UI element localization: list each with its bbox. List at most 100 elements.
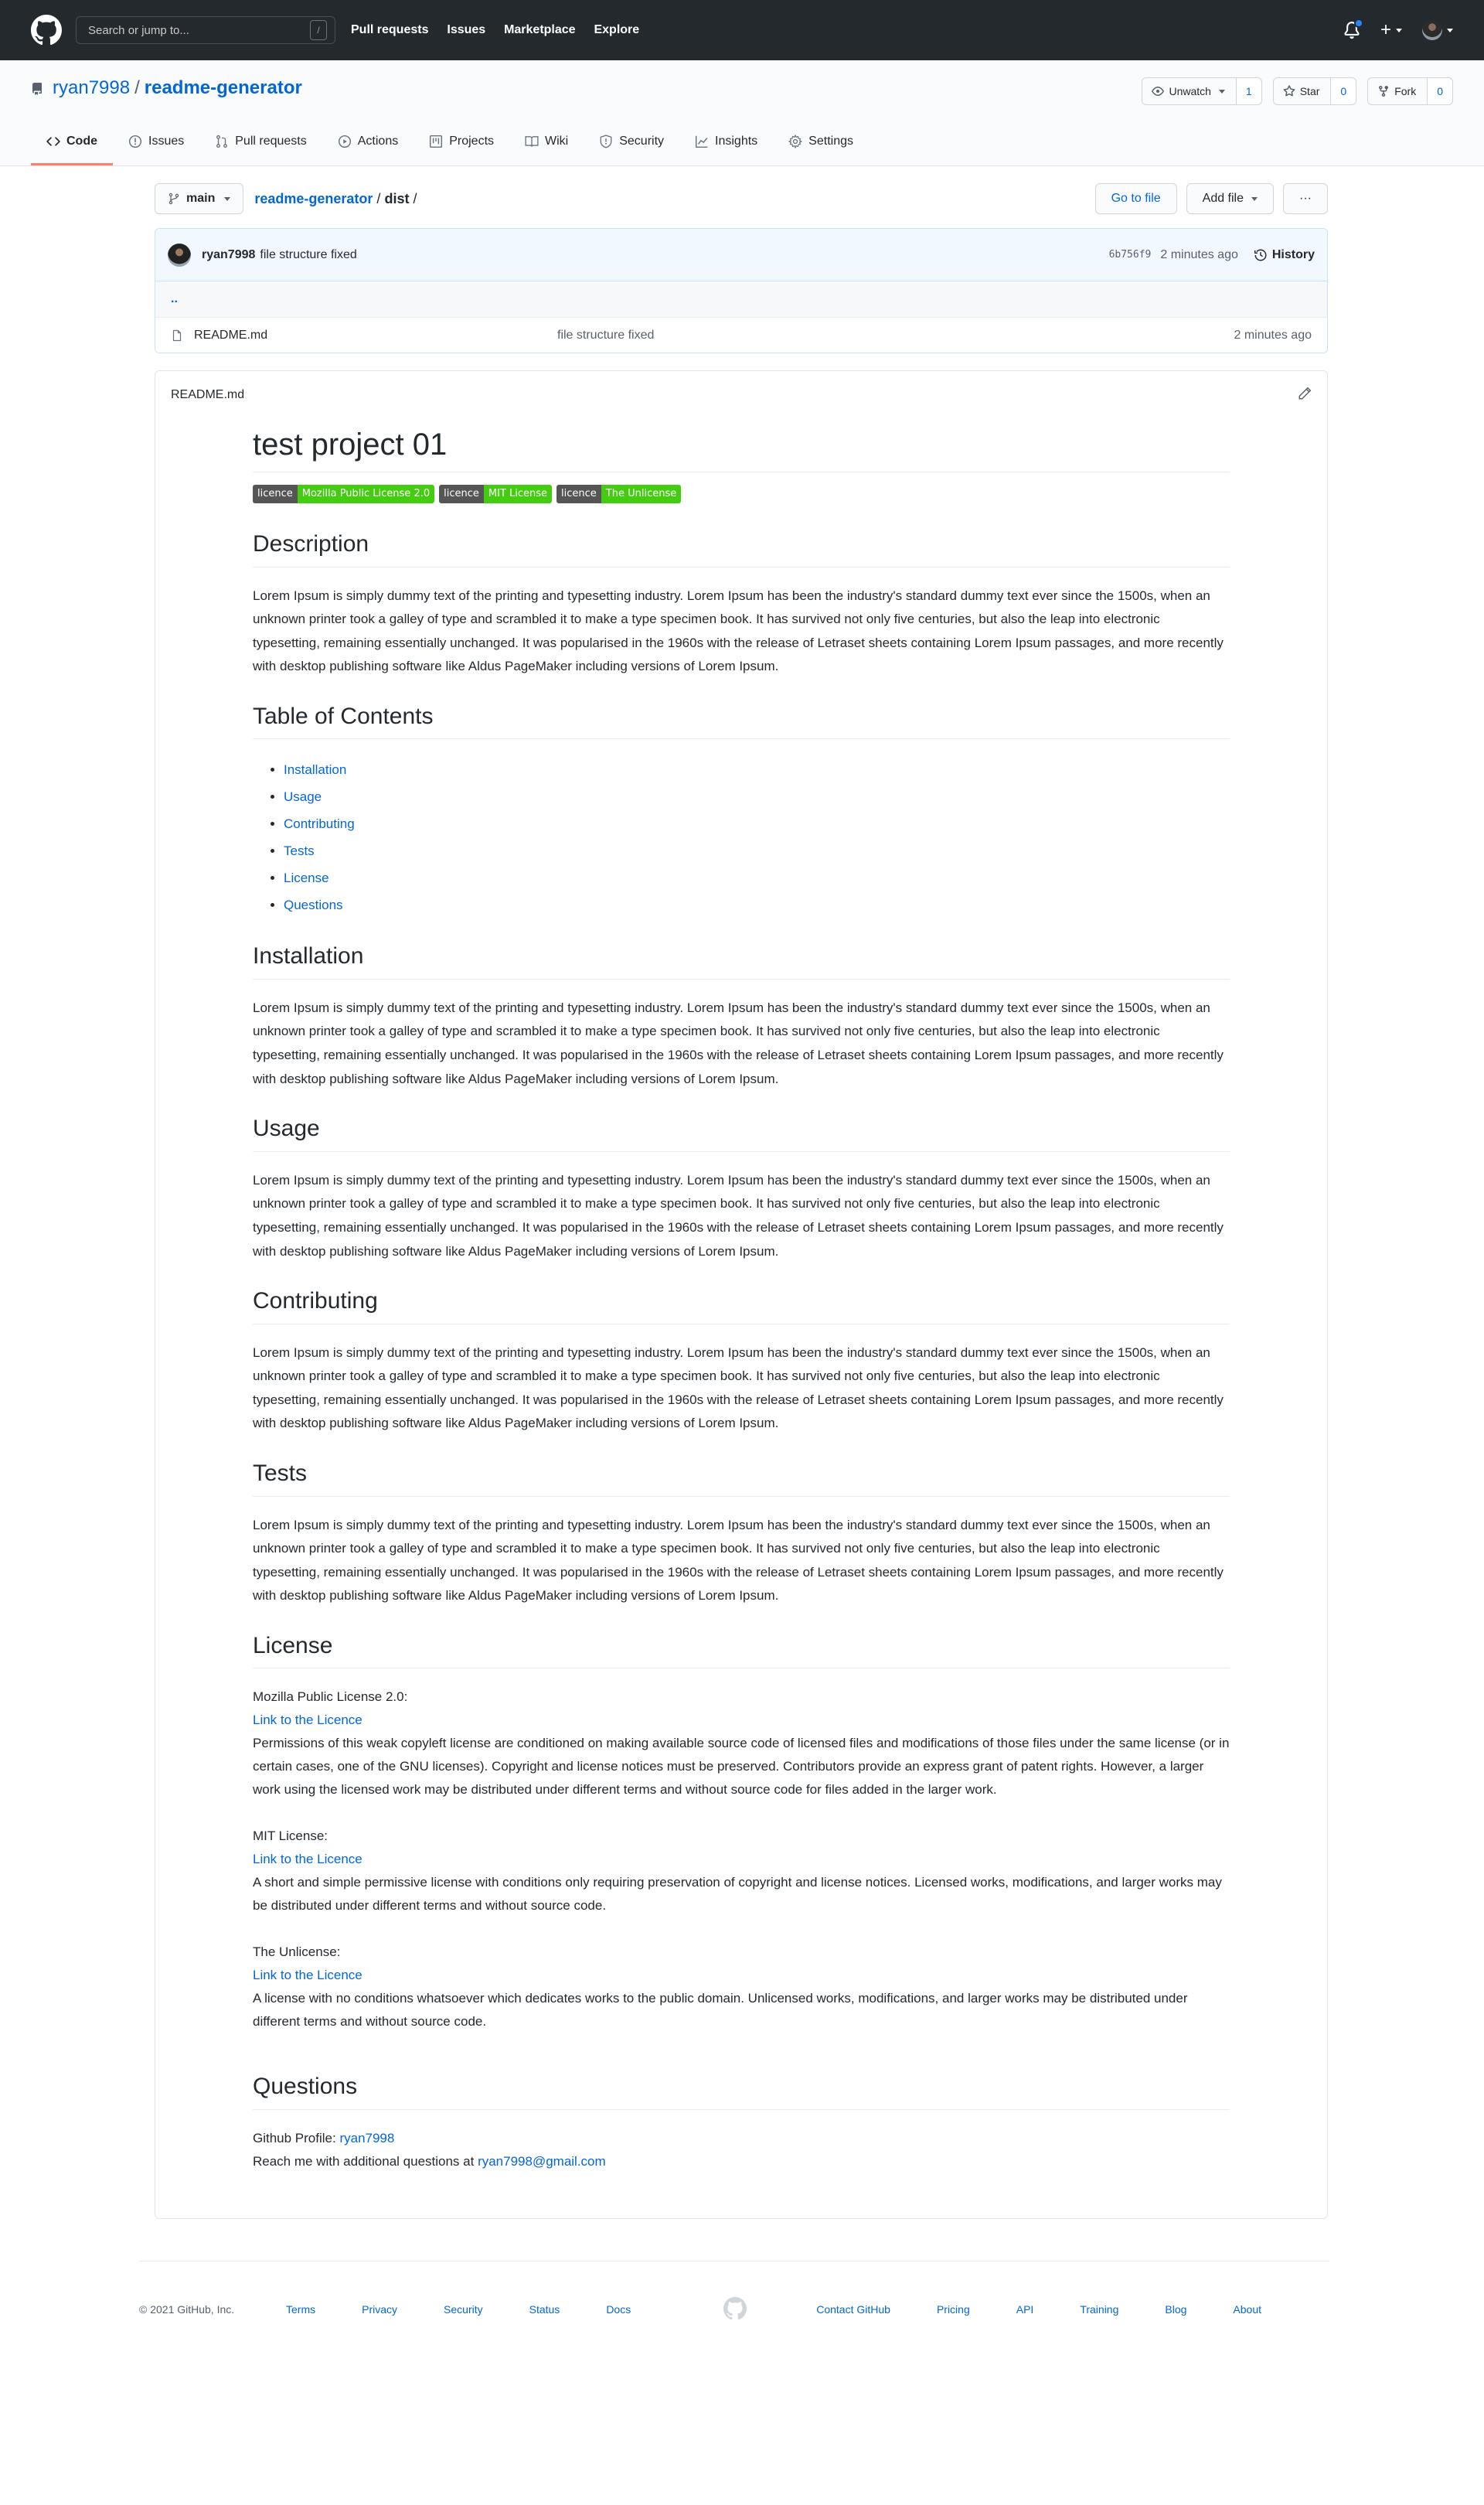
- toc-link-tests[interactable]: Tests: [284, 844, 315, 858]
- nav-marketplace[interactable]: Marketplace: [504, 23, 576, 36]
- tab-label: Code: [66, 134, 97, 148]
- global-header: Search or jump to... / Pull requests Iss…: [0, 0, 1484, 60]
- issue-icon: [128, 135, 142, 148]
- tab-label: Security: [619, 134, 665, 148]
- license-heading: License: [253, 1631, 1230, 1669]
- stars-count[interactable]: 0: [1331, 78, 1356, 104]
- repo-name-link[interactable]: readme-generator: [145, 77, 302, 99]
- toc-item: Questions: [284, 891, 1230, 918]
- license-link[interactable]: Link to the Licence: [253, 1968, 362, 1982]
- installation-heading: Installation: [253, 942, 1230, 980]
- license-badge[interactable]: licence MIT License: [439, 485, 553, 503]
- tab-label: Issues: [148, 134, 185, 148]
- toc-link-contributing[interactable]: Contributing: [284, 816, 355, 831]
- footer-link-training[interactable]: Training: [1080, 2303, 1118, 2316]
- readme-content: test project 01 licence Mozilla Public Li…: [155, 419, 1327, 2218]
- tab-code[interactable]: Code: [31, 119, 113, 165]
- user-menu[interactable]: [1422, 20, 1453, 40]
- footer-link-privacy[interactable]: Privacy: [362, 2303, 397, 2316]
- tab-actions[interactable]: Actions: [322, 119, 414, 165]
- profile-link[interactable]: ryan7998: [339, 2131, 394, 2145]
- tab-insights[interactable]: Insights: [679, 119, 773, 165]
- toc-link-license[interactable]: License: [284, 871, 329, 885]
- file-commit-message[interactable]: file structure fixed: [557, 329, 1234, 343]
- parent-directory-link[interactable]: ..: [155, 281, 1327, 317]
- contributing-heading: Contributing: [253, 1287, 1230, 1324]
- chevron-down-icon: [1447, 28, 1453, 32]
- more-options-button[interactable]: ···: [1283, 183, 1328, 214]
- file-name-link[interactable]: README.md: [194, 329, 557, 343]
- commit-message-link[interactable]: file structure fixed: [260, 248, 356, 262]
- repo-owner-link[interactable]: ryan7998: [53, 77, 130, 99]
- footer-link-security[interactable]: Security: [444, 2303, 483, 2316]
- license-link[interactable]: Link to the Licence: [253, 1713, 362, 1727]
- repo-header: ryan7998 / readme-generator Unwatch 1 St…: [0, 60, 1484, 166]
- commit-author-link[interactable]: ryan7998: [202, 248, 255, 262]
- watchers-count[interactable]: 1: [1236, 78, 1261, 104]
- tab-settings[interactable]: Settings: [773, 119, 869, 165]
- contributing-text: Lorem Ipsum is simply dummy text of the …: [253, 1345, 1224, 1431]
- global-nav: Pull requests Issues Marketplace Explore: [351, 23, 655, 37]
- search-input[interactable]: Search or jump to... /: [76, 16, 335, 44]
- unwatch-button[interactable]: Unwatch: [1142, 78, 1237, 104]
- footer-link-terms[interactable]: Terms: [286, 2303, 315, 2316]
- license-badge[interactable]: licence The Unlicense: [556, 485, 682, 503]
- avatar[interactable]: [168, 243, 191, 267]
- repo-icon: [31, 80, 43, 96]
- watch-button-group: Unwatch 1: [1142, 77, 1262, 105]
- footer-link-pricing[interactable]: Pricing: [937, 2303, 970, 2316]
- footer-link-status[interactable]: Status: [529, 2303, 560, 2316]
- notifications-bell-icon[interactable]: [1343, 19, 1363, 40]
- footer-link-contact[interactable]: Contact GitHub: [816, 2303, 890, 2316]
- go-to-file-button[interactable]: Go to file: [1094, 183, 1177, 214]
- tab-projects[interactable]: Projects: [414, 119, 509, 165]
- search-placeholder: Search or jump to...: [88, 23, 189, 37]
- breadcrumb-repo-link[interactable]: readme-generator: [254, 191, 373, 206]
- toc-link-usage[interactable]: Usage: [284, 789, 322, 804]
- create-new-menu[interactable]: +: [1380, 19, 1402, 41]
- avatar: [1422, 20, 1442, 40]
- license-badge[interactable]: licence Mozilla Public License 2.0: [253, 485, 435, 503]
- tab-label: Projects: [449, 134, 495, 148]
- license-name: MIT License:: [253, 1828, 328, 1844]
- description-text: Lorem Ipsum is simply dummy text of the …: [253, 588, 1224, 674]
- fork-button[interactable]: Fork: [1368, 78, 1428, 104]
- footer-link-about[interactable]: About: [1233, 2303, 1261, 2316]
- footer-link-blog[interactable]: Blog: [1165, 2303, 1186, 2316]
- tab-issues[interactable]: Issues: [113, 119, 199, 165]
- email-link[interactable]: ryan7998@gmail.com: [478, 2154, 606, 2169]
- chevron-down-icon: [1251, 196, 1258, 201]
- nav-pull-requests[interactable]: Pull requests: [351, 23, 428, 36]
- toc-item: Usage: [284, 783, 1230, 810]
- branch-selector[interactable]: main: [155, 183, 244, 214]
- footer-link-api[interactable]: API: [1016, 2303, 1034, 2316]
- chevron-down-icon: [224, 196, 231, 201]
- toc-link-installation[interactable]: Installation: [284, 762, 346, 777]
- github-mark-icon[interactable]: [723, 2296, 747, 2323]
- history-link[interactable]: History: [1254, 248, 1315, 262]
- toc-item: Contributing: [284, 810, 1230, 837]
- repo-separator: /: [134, 77, 140, 98]
- license-link[interactable]: Link to the Licence: [253, 1852, 362, 1866]
- commit-sha-link[interactable]: 6b756f9: [1109, 249, 1152, 261]
- nav-explore[interactable]: Explore: [594, 23, 639, 36]
- edit-pencil-icon[interactable]: [1298, 387, 1312, 404]
- add-file-button[interactable]: Add file: [1186, 183, 1275, 214]
- history-label: History: [1271, 247, 1315, 261]
- footer-link-docs[interactable]: Docs: [606, 2303, 631, 2316]
- chevron-down-icon: [1396, 28, 1402, 32]
- badge-value: The Unlicense: [601, 485, 682, 503]
- plus-icon: +: [1380, 19, 1391, 40]
- github-logo-icon[interactable]: [31, 15, 62, 46]
- tab-label: Wiki: [545, 134, 569, 148]
- file-row[interactable]: README.md file structure fixed 2 minutes…: [155, 317, 1327, 353]
- star-button[interactable]: Star: [1274, 78, 1332, 104]
- tab-pull-requests[interactable]: Pull requests: [199, 119, 322, 165]
- toc-link-questions[interactable]: Questions: [284, 898, 343, 912]
- forks-count[interactable]: 0: [1428, 78, 1452, 104]
- license-mit: MIT License: Link to the Licence A short…: [253, 1825, 1230, 1917]
- tab-security[interactable]: Security: [584, 119, 679, 165]
- tab-wiki[interactable]: Wiki: [509, 119, 584, 165]
- latest-commit-bar: ryan7998 file structure fixed 6b756f9 2 …: [155, 229, 1327, 281]
- nav-issues[interactable]: Issues: [447, 23, 485, 36]
